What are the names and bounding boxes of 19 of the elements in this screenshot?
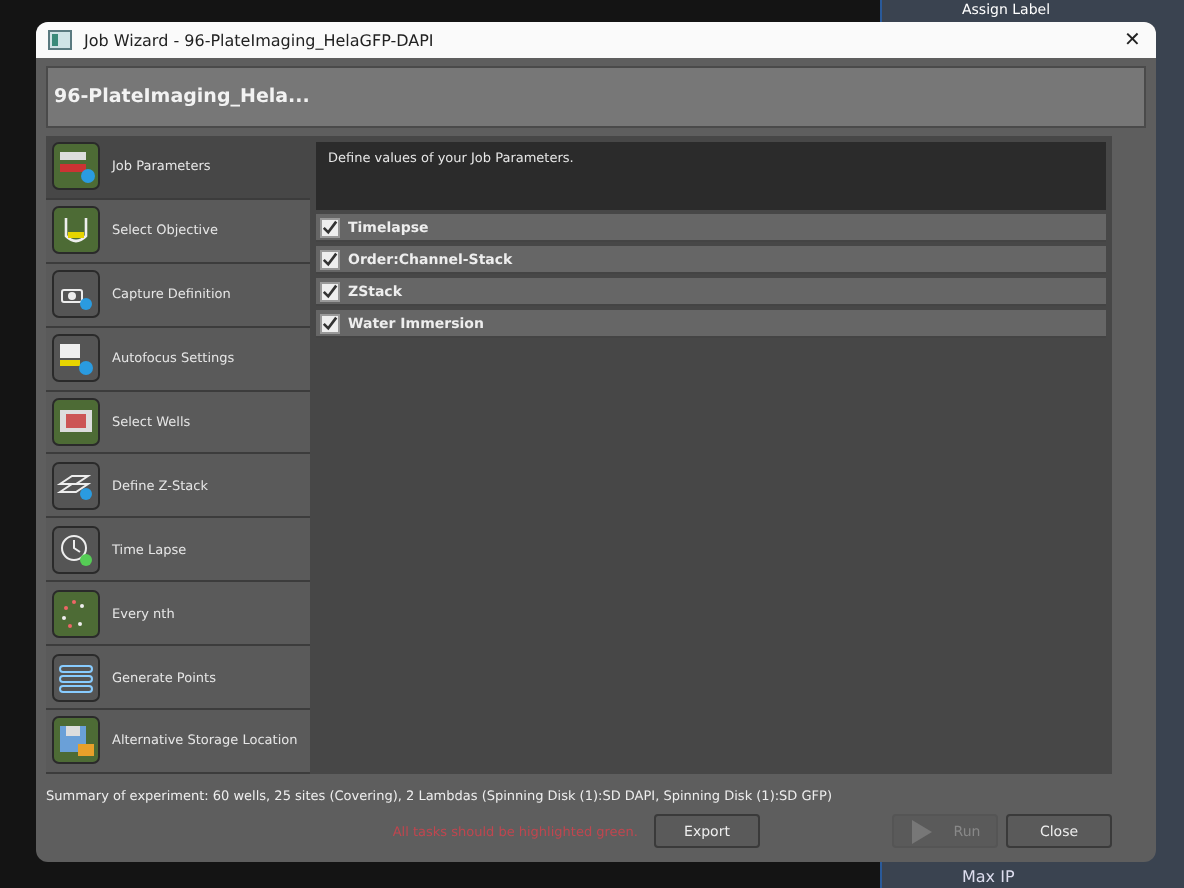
app-icon xyxy=(48,30,72,50)
task-icon xyxy=(52,142,100,191)
task-icon xyxy=(52,398,100,446)
task-icon xyxy=(52,270,100,319)
task-icon xyxy=(52,653,100,702)
task-icon xyxy=(52,206,100,255)
checkbox[interactable] xyxy=(320,249,340,269)
task-icon xyxy=(52,525,100,574)
task-icon xyxy=(52,461,100,510)
play-icon xyxy=(909,819,934,843)
checkbox[interactable] xyxy=(320,217,340,237)
task-icon xyxy=(52,589,100,638)
job-name: 96-PlateImaging_Hela... xyxy=(54,86,310,108)
checkbox[interactable] xyxy=(320,313,340,333)
window-title: Job Wizard - 96-PlateImaging_HelaGFP-DAPI xyxy=(84,31,436,49)
checkbox[interactable] xyxy=(320,281,340,301)
background-label: Max IP xyxy=(962,868,1015,888)
task-icon xyxy=(52,716,100,765)
task-icon xyxy=(52,334,100,383)
